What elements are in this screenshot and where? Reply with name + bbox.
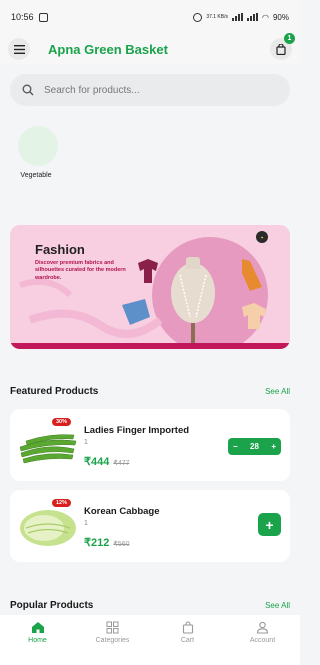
menu-button[interactable] — [8, 38, 30, 60]
featured-products-header: Featured Products See All — [10, 386, 290, 397]
nav-label: Home — [28, 637, 47, 644]
nav-label: Cart — [180, 637, 195, 644]
cart-quantity: 28 — [250, 442, 259, 451]
increment-button[interactable]: + — [271, 442, 276, 451]
quantity-stepper: − 28 + — [228, 438, 281, 455]
decrement-button[interactable]: − — [233, 442, 238, 451]
nav-home[interactable]: Home — [8, 621, 68, 644]
add-to-cart-button[interactable]: + — [258, 513, 281, 536]
product-old-price: ₹477 — [113, 460, 130, 467]
product-image-cabbage — [20, 510, 76, 546]
status-bar: 10:56 37.1 KB/s ◠ 90% — [0, 0, 300, 34]
alarm-icon — [193, 12, 203, 22]
cart-button[interactable]: 1 — [270, 33, 295, 60]
section-title: Featured Products — [10, 386, 99, 397]
status-time: 10:56 — [11, 12, 34, 22]
banner-accent-stripe — [10, 343, 290, 349]
discount-badge: 12% — [52, 499, 72, 507]
banner-subtitle: Discover premium fabrics and silhouettes… — [35, 260, 126, 281]
product-price-row: ₹444 ₹477 — [84, 455, 130, 468]
hamburger-menu-icon — [13, 44, 25, 54]
notification-icon — [38, 12, 48, 22]
app-header: Apna Green Basket 1 — [0, 33, 300, 64]
category-image — [18, 126, 58, 166]
product-name: Ladies Finger Imported — [84, 425, 190, 436]
product-old-price: ₹560 — [113, 541, 130, 548]
product-price: ₹444 — [84, 456, 110, 468]
product-price-row: ₹212 ₹560 — [84, 536, 130, 549]
product-name: Korean Cabbage — [84, 506, 160, 517]
section-title: Popular Products — [10, 600, 94, 611]
product-quantity: 1 — [84, 520, 88, 527]
battery-level: 90% — [272, 12, 289, 22]
person-icon — [256, 621, 269, 634]
cart-count-badge: 1 — [284, 33, 295, 44]
bag-icon — [182, 621, 193, 634]
home-icon — [31, 622, 44, 633]
see-all-link[interactable]: See All — [265, 387, 290, 396]
promo-banner[interactable]: ✦ Fashion Discover premium fabrics and s… — [10, 225, 290, 349]
search-input[interactable] — [44, 84, 278, 96]
nav-label: Account — [249, 637, 276, 644]
see-all-link[interactable]: See All — [265, 601, 290, 610]
discount-badge: 30% — [52, 418, 72, 426]
search-bar[interactable] — [10, 74, 290, 106]
product-card[interactable]: 12% Korean Cabbage 1 ₹212 ₹560 + — [10, 490, 290, 562]
bottom-navigation: Home Categories Cart Account — [0, 615, 300, 665]
product-card[interactable]: 30% Ladies Finger Imported 1 ₹444 ₹477 − … — [10, 409, 290, 481]
app-title: Apna Green Basket — [48, 41, 168, 57]
grid-icon — [106, 621, 119, 634]
search-icon — [22, 84, 34, 96]
banner-title: Fashion — [35, 242, 85, 257]
nav-categories[interactable]: Categories — [83, 621, 143, 644]
product-image-okra — [19, 434, 77, 464]
shopping-bag-icon — [276, 43, 286, 55]
product-quantity: 1 — [84, 439, 88, 446]
network-speed: 37.1 KB/s — [206, 14, 228, 20]
signal-icon-2 — [247, 13, 258, 21]
nav-account[interactable]: Account — [233, 621, 293, 644]
nav-cart[interactable]: Cart — [158, 621, 218, 644]
brand-logo: ✦ — [256, 231, 268, 243]
popular-products-header: Popular Products See All — [10, 600, 290, 611]
nav-label: Categories — [95, 637, 130, 644]
product-price: ₹212 — [84, 537, 110, 549]
signal-icon — [232, 13, 243, 21]
category-label: Vegetable — [20, 172, 52, 179]
category-item-vegetable[interactable]: Vegetable — [16, 126, 60, 179]
wifi-icon: ◠ — [262, 12, 269, 22]
